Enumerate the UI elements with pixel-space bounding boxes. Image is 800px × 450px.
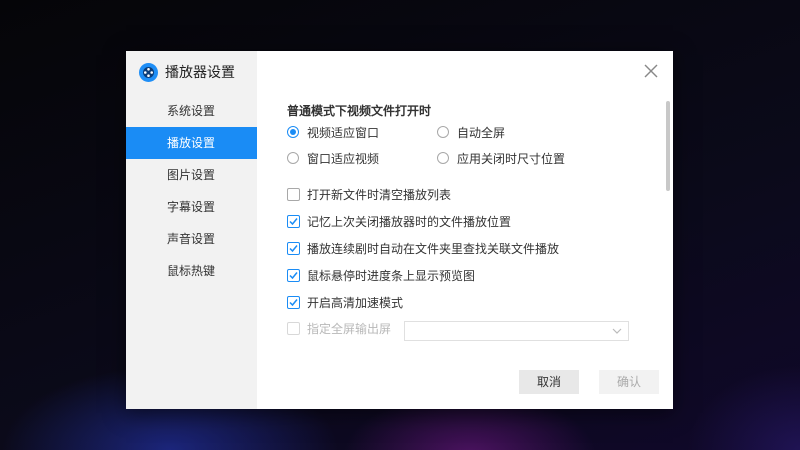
confirm-button[interactable]: 确认 — [599, 370, 659, 394]
checkbox-label: 记忆上次关闭播放器时的文件播放位置 — [307, 215, 512, 229]
checkmark-icon — [289, 272, 298, 280]
radio-button[interactable] — [437, 126, 449, 138]
settings-sidebar: 播放器设置 系统设置 播放设置 图片设置 字幕设置 声音设置 鼠标热键 — [126, 51, 257, 409]
sidebar-item-hotkeys[interactable]: 鼠标热键 — [126, 255, 257, 287]
checkbox[interactable] — [287, 215, 300, 228]
sidebar-item-system[interactable]: 系统设置 — [126, 95, 257, 127]
radio-label: 视频适应窗口 — [307, 126, 380, 140]
radio-label: 应用关闭时尺寸位置 — [457, 152, 566, 166]
checkbox[interactable] — [287, 242, 300, 255]
close-button[interactable] — [643, 63, 659, 79]
checkbox[interactable] — [287, 188, 300, 201]
checkbox-fullscreen-output[interactable]: 指定全屏输出屏 — [287, 321, 632, 341]
settings-dialog: 播放器设置 系统设置 播放设置 图片设置 字幕设置 声音设置 鼠标热键 普通模式… — [126, 51, 673, 409]
checkbox-label: 鼠标悬停时进度条上显示预览图 — [307, 269, 476, 283]
radio-label: 窗口适应视频 — [307, 152, 380, 166]
radio-label: 自动全屏 — [457, 126, 506, 140]
chevron-down-icon — [612, 328, 622, 334]
checkmark-icon — [289, 218, 298, 226]
checkmark-icon — [289, 245, 298, 253]
checkmark-icon — [289, 299, 298, 307]
scrollbar[interactable] — [666, 101, 670, 191]
checkbox-label: 指定全屏输出屏 — [307, 322, 392, 336]
checkbox-label: 播放连续剧时自动在文件夹里查找关联文件播放 — [307, 242, 560, 256]
film-reel-icon — [139, 63, 158, 82]
dialog-title: 播放器设置 — [165, 65, 235, 81]
sidebar-item-playback[interactable]: 播放设置 — [126, 127, 257, 159]
sidebar-item-audio[interactable]: 声音设置 — [126, 223, 257, 255]
checkbox[interactable] — [287, 322, 300, 335]
settings-nav: 系统设置 播放设置 图片设置 字幕设置 声音设置 鼠标热键 — [126, 95, 257, 287]
close-icon — [644, 64, 658, 78]
radio-button[interactable] — [287, 126, 299, 138]
sidebar-item-image[interactable]: 图片设置 — [126, 159, 257, 191]
radio-button[interactable] — [287, 152, 299, 164]
section-title: 普通模式下视频文件打开时 — [287, 104, 432, 118]
radio-button[interactable] — [437, 152, 449, 164]
checkbox-label: 开启高清加速模式 — [307, 296, 404, 310]
sidebar-item-subtitle[interactable]: 字幕设置 — [126, 191, 257, 223]
fullscreen-output-select[interactable] — [404, 321, 629, 341]
cancel-button[interactable]: 取消 — [519, 370, 579, 394]
checkbox[interactable] — [287, 296, 300, 309]
playback-settings-panel: 普通模式下视频文件打开时 视频适应窗口 自动全屏 窗口适应视频 应用关闭时尺寸位… — [287, 103, 657, 341]
checkbox-label: 打开新文件时清空播放列表 — [307, 188, 452, 202]
checkbox[interactable] — [287, 269, 300, 282]
